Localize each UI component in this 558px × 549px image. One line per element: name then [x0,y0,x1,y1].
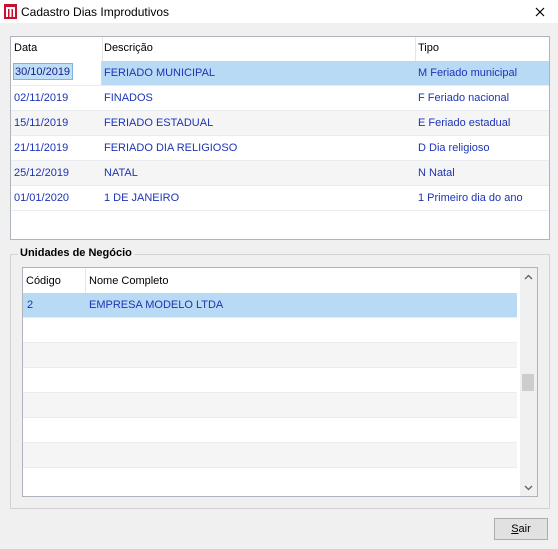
cell-tipo: D Dia religioso [418,142,490,154]
table-row[interactable]: 15/11/2019 FERIADO ESTADUAL E Feriado es… [11,111,549,136]
holidays-grid-header: Data Descrição Tipo [11,37,549,61]
column-header-codigo[interactable]: Código [26,275,61,287]
cell-descricao: FERIADO MUNICIPAL [104,67,216,79]
cell-tipo: F Feriado nacional [418,92,510,104]
app-logo-icon [4,4,17,19]
cell-descricao: FINADOS [104,92,153,104]
cell-data: 21/11/2019 [14,142,69,154]
table-row[interactable]: 01/01/2020 1 DE JANEIRO 1 Primeiro dia d… [11,186,549,211]
empty-row [23,343,517,368]
date-edit-box[interactable]: 30/10/2019 [11,61,102,85]
empty-row [23,393,517,418]
cell-codigo: 2 [27,299,34,311]
empty-row [23,368,517,393]
table-row[interactable]: 2 EMPRESA MODELO LTDA [23,293,517,318]
empty-row [23,318,517,343]
cell-descricao: NATAL [104,167,138,179]
business-units-label: Unidades de Negócio [18,247,134,259]
empty-row [23,443,517,468]
table-row[interactable]: 30/10/2019 FERIADO MUNICIPAL M Feriado m… [11,61,549,86]
cell-nome-completo: EMPRESA MODELO LTDA [89,299,224,311]
column-header-descricao[interactable]: Descrição [104,42,153,54]
empty-row [23,418,517,443]
table-row[interactable]: 21/11/2019 FERIADO DIA RELIGIOSO D Dia r… [11,136,549,161]
cell-descricao: FERIADO DIA RELIGIOSO [104,142,238,154]
cell-data: 02/11/2019 [14,92,69,104]
close-icon [535,7,545,16]
cell-data: 01/01/2020 [14,192,70,204]
column-header-data[interactable]: Data [14,42,37,54]
scroll-down-button[interactable] [520,479,537,496]
cell-tipo: M Feriado municipal [418,67,518,79]
business-units-grid-header: Código Nome Completo [23,268,517,293]
cell-tipo: 1 Primeiro dia do ano [418,192,523,204]
close-button[interactable] [531,3,549,20]
cell-descricao: FERIADO ESTADUAL [104,117,214,129]
cell-tipo: N Natal [418,167,455,179]
sair-mnemonic: S [511,523,519,535]
scroll-up-button[interactable] [520,268,537,285]
cell-data: 25/12/2019 [14,167,70,179]
table-row[interactable]: 02/11/2019 FINADOS F Feriado nacional [11,86,549,111]
business-units-grid[interactable]: Código Nome Completo 2 EMPRESA MODELO LT… [22,267,538,497]
cell-descricao: 1 DE JANEIRO [104,192,180,204]
table-row[interactable]: 25/12/2019 NATAL N Natal [11,161,549,186]
column-header-nome-completo[interactable]: Nome Completo [89,275,168,287]
chevron-up-icon [524,274,533,279]
column-header-tipo[interactable]: Tipo [418,42,439,54]
cell-tipo: E Feriado estadual [418,117,511,129]
title-bar: Cadastro Dias Improdutivos [0,0,558,23]
sair-label: air [518,523,531,535]
vertical-scrollbar[interactable] [520,268,537,496]
scrollbar-thumb[interactable] [522,374,534,391]
holidays-grid[interactable]: Data Descrição Tipo 30/10/2019 FERIADO M… [10,36,550,240]
cell-data: 15/11/2019 [14,117,69,129]
chevron-down-icon [524,485,533,490]
sair-button[interactable]: Sair [494,518,548,540]
empty-row [23,468,517,493]
window-title: Cadastro Dias Improdutivos [21,5,170,19]
cell-data[interactable]: 30/10/2019 [13,63,74,80]
